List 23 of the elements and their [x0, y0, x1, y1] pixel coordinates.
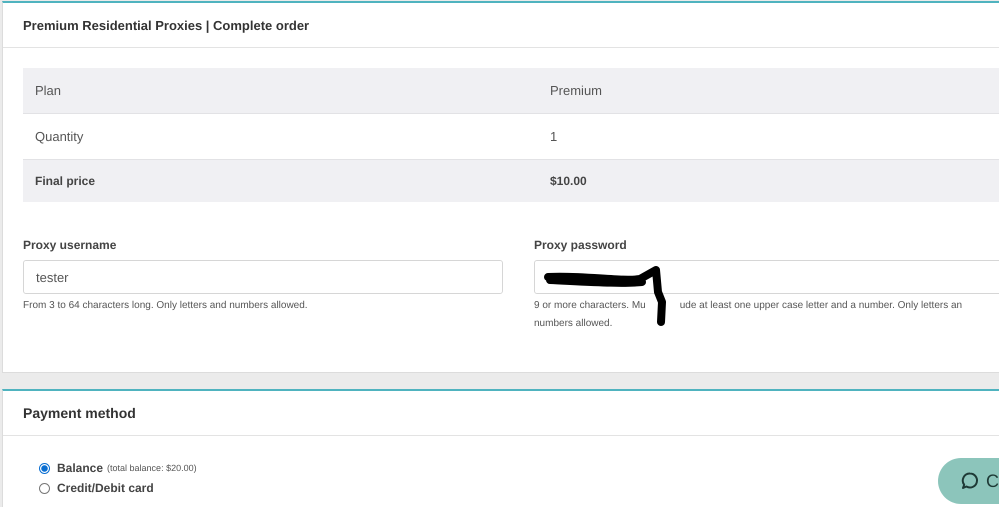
option-label[interactable]: Balance — [57, 461, 104, 475]
hint-text: 9 or more characters. Mu — [534, 300, 646, 311]
radio-button[interactable] — [39, 482, 50, 494]
chat-button[interactable]: C — [938, 458, 999, 504]
field-label: Proxy password — [534, 238, 627, 252]
row-label: Quantity — [34, 129, 84, 144]
card-title: Payment method — [23, 405, 136, 421]
hint-text: From 3 to 64 characters long. Only letters and numbers allowed. — [23, 300, 308, 311]
row-value: 1 — [549, 129, 558, 144]
option-note: (total balance: $20.00) — [107, 463, 197, 473]
row-value: $10.00 — [549, 174, 588, 188]
option-label[interactable]: Credit/Debit card — [57, 481, 154, 495]
radio-button[interactable] — [39, 462, 50, 474]
speech-bubble-icon — [960, 471, 980, 491]
hint-text: ude at least one upper case letter and a number. Only letters an — [680, 300, 962, 311]
input-field[interactable]: tester — [23, 260, 503, 294]
input-field[interactable] — [534, 260, 999, 294]
hint-text: numbers allowed. — [534, 318, 612, 329]
row-value: Premium — [549, 83, 604, 98]
field-label: Proxy username — [23, 238, 116, 252]
card-title: Premium Residential Proxies | Complete order — [23, 18, 310, 32]
row-label: Final price — [34, 174, 96, 188]
row-label: Plan — [34, 83, 62, 98]
